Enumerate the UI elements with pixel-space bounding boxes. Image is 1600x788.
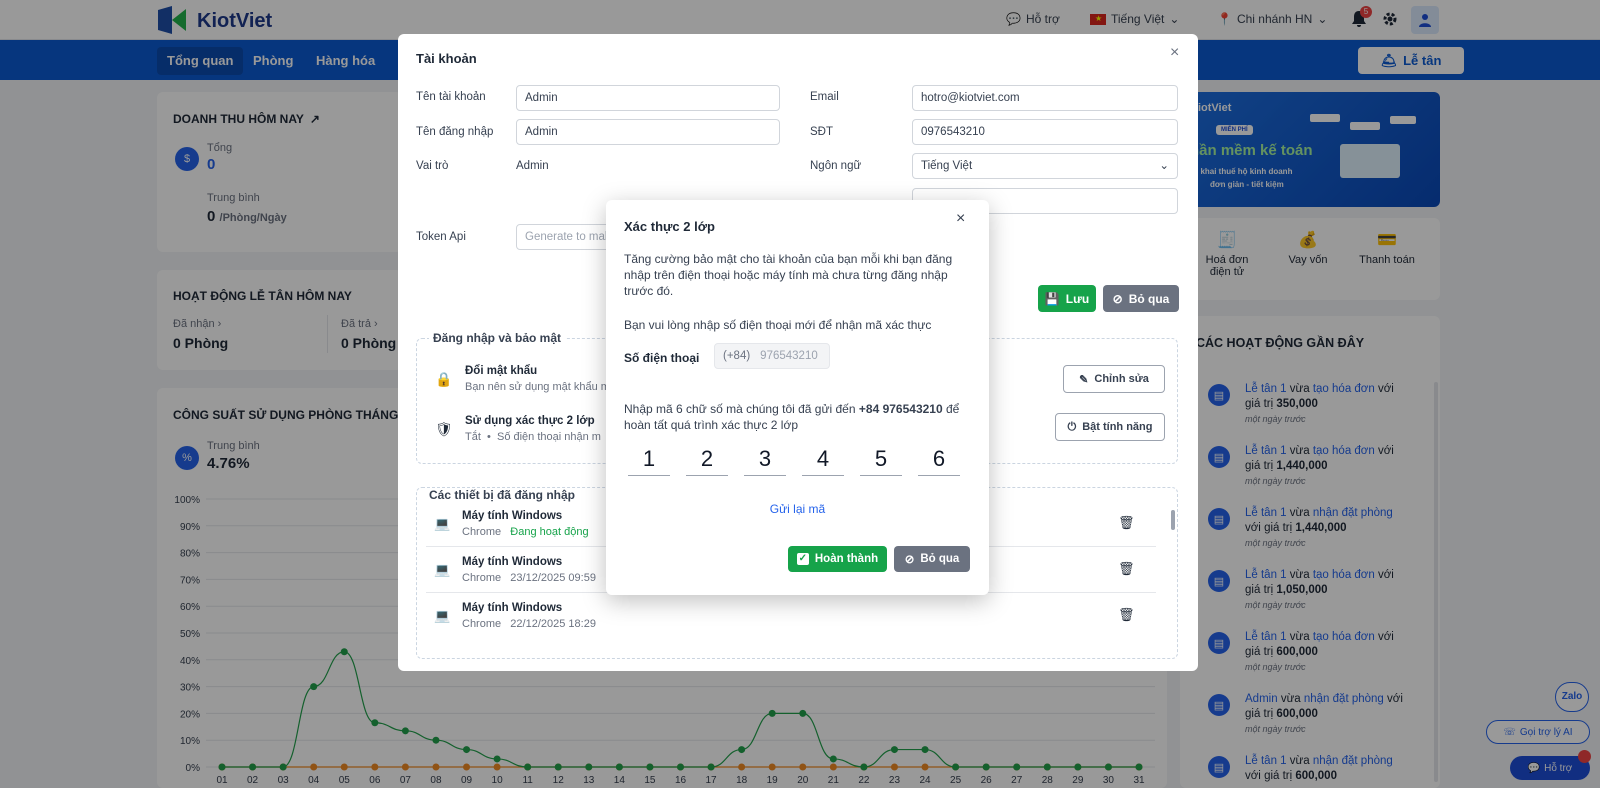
- otp-digit-input[interactable]: 3: [744, 444, 786, 476]
- chevron-down-icon: ⌄: [1159, 160, 1169, 172]
- account-name-field[interactable]: Admin: [516, 85, 780, 111]
- pencil-icon: ✎: [1079, 373, 1089, 386]
- code-instructions: Nhập mã 6 chữ số mà chúng tôi đã gửi đến…: [624, 402, 960, 432]
- close-icon[interactable]: ×: [1170, 44, 1179, 62]
- save-button[interactable]: 💾 Lưu: [1038, 285, 1096, 312]
- device-detail: Chrome 23/12/2025 09:59: [462, 572, 596, 584]
- shield-icon: 🛡: [435, 421, 453, 437]
- power-icon: ⏻: [1067, 420, 1077, 433]
- complete-button[interactable]: ✓ Hoàn thành: [788, 546, 887, 572]
- device-name: Máy tính Windows: [462, 556, 563, 568]
- tfa-phone-field[interactable]: (+84) 976543210: [714, 343, 830, 369]
- two-factor-title: Xác thực 2 lớp: [624, 219, 715, 234]
- email-field[interactable]: hotro@kiotviet.com: [912, 85, 1178, 111]
- close-icon[interactable]: ×: [956, 210, 965, 228]
- devices-scrollbar[interactable]: [1171, 510, 1175, 530]
- otp-digit-input[interactable]: 6: [918, 444, 960, 476]
- ban-icon: ⊘: [904, 554, 915, 566]
- otp-digit-input[interactable]: 2: [686, 444, 728, 476]
- device-name: Máy tính Windows: [462, 602, 563, 614]
- device-name: Máy tính Windows: [462, 510, 563, 522]
- edit-password-button[interactable]: ✎ Chỉnh sửa: [1063, 365, 1165, 393]
- laptop-icon: 💻: [434, 516, 451, 531]
- two-factor-modal: Xác thực 2 lớp × Tăng cường bảo mật cho …: [606, 200, 989, 595]
- otp-digit-input[interactable]: 4: [802, 444, 844, 476]
- phone-field[interactable]: 0976543210: [912, 119, 1178, 145]
- skip-button[interactable]: ⊘ Bỏ qua: [1103, 285, 1179, 312]
- device-detail: Chrome Đang hoạt động: [462, 526, 589, 538]
- trash-icon[interactable]: 🗑: [1118, 561, 1135, 577]
- checkbox-checked-icon: ✓: [796, 553, 809, 565]
- language-select[interactable]: Tiếng Việt ⌄: [912, 153, 1178, 179]
- laptop-icon: 💻: [434, 608, 451, 623]
- device-detail: Chrome 22/12/2025 18:29: [462, 618, 596, 630]
- cancel-button[interactable]: ⊘ Bỏ qua: [894, 546, 970, 572]
- resend-code-link[interactable]: Gửi lại mã: [606, 502, 989, 516]
- otp-digit-input[interactable]: 5: [860, 444, 902, 476]
- role-value: Admin: [516, 160, 549, 172]
- floppy-disk-icon: 💾: [1044, 291, 1060, 306]
- otp-digit-input[interactable]: 1: [628, 444, 670, 476]
- enable-2fa-button[interactable]: ⏻ Bật tính năng: [1055, 413, 1165, 441]
- account-modal-title: Tài khoản: [416, 51, 477, 66]
- lock-icon: 🔒: [435, 371, 453, 387]
- laptop-icon: 💻: [434, 562, 451, 577]
- trash-icon[interactable]: 🗑: [1118, 515, 1135, 531]
- otp-inputs: 123456: [628, 444, 960, 476]
- username-field[interactable]: Admin: [516, 119, 780, 145]
- trash-icon[interactable]: 🗑: [1118, 607, 1135, 623]
- ban-icon: ⊘: [1112, 291, 1123, 306]
